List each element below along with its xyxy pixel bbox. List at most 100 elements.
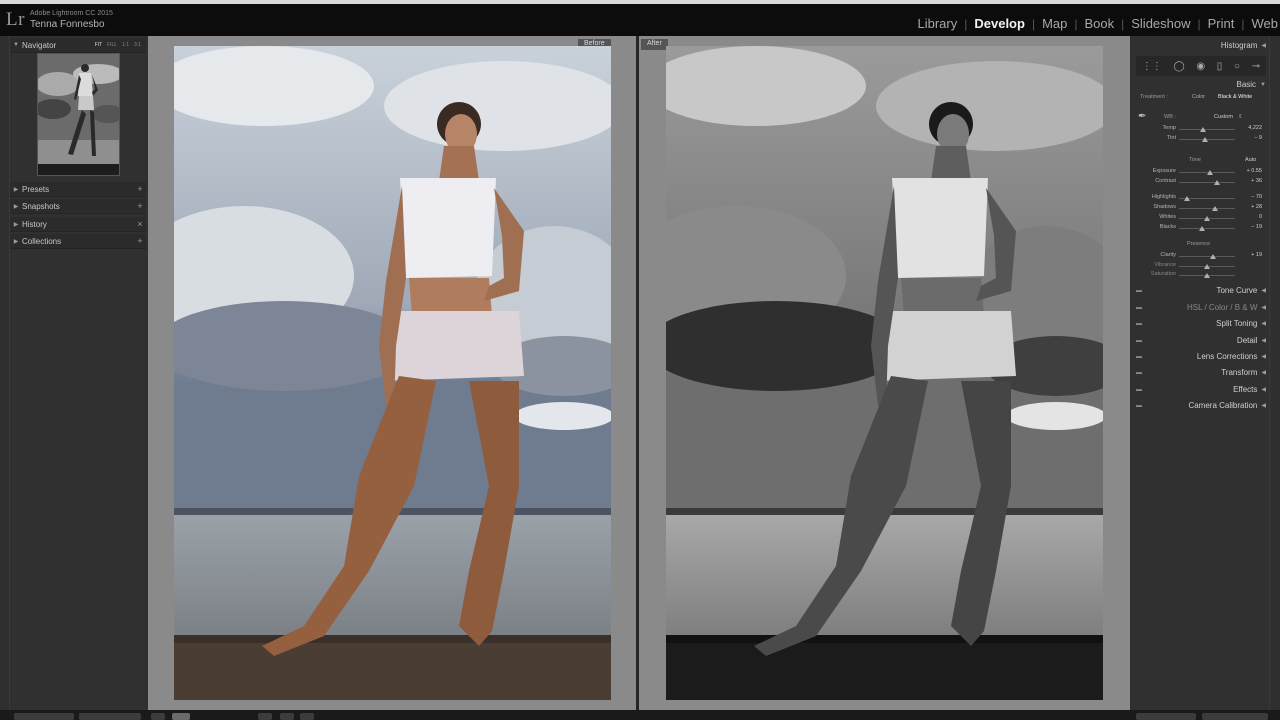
- expand-triangle-icon[interactable]: ◀: [1261, 369, 1266, 376]
- slider-track[interactable]: [1179, 226, 1235, 231]
- slider-value[interactable]: + 0.55: [1234, 168, 1262, 174]
- previous-button[interactable]: [1136, 713, 1196, 720]
- tone-auto-button[interactable]: Auto: [1245, 157, 1256, 163]
- copy-button[interactable]: [14, 713, 74, 720]
- transform-panel-header[interactable]: ▬ Transform ◀: [1132, 365, 1270, 380]
- expand-triangle-icon[interactable]: ◀: [1261, 320, 1266, 327]
- module-web[interactable]: Web: [1250, 16, 1280, 31]
- expand-triangle-icon[interactable]: ▶: [10, 186, 22, 193]
- slider-value[interactable]: − 70: [1234, 194, 1262, 200]
- slider-thumb[interactable]: [1184, 196, 1191, 201]
- slider-thumb[interactable]: [1206, 170, 1213, 175]
- slider-thumb[interactable]: [1198, 226, 1205, 231]
- collections-panel-header[interactable]: ▶ Collections +: [10, 234, 146, 249]
- slider-track[interactable]: [1179, 196, 1235, 201]
- slider-thumb[interactable]: [1204, 273, 1210, 278]
- navigator-panel-header[interactable]: ▼ Navigator FIT FILL 1:1 3:1: [10, 38, 146, 53]
- crop-overlay-icon[interactable]: ⋮⋮: [1142, 61, 1162, 72]
- expand-triangle-icon[interactable]: ◀: [1261, 386, 1266, 393]
- panel-toggle-icon[interactable]: ▬: [1136, 338, 1142, 344]
- basic-panel-header[interactable]: Basic ▼: [1132, 77, 1270, 92]
- before-after-view-icon[interactable]: [172, 713, 190, 720]
- camera-calibration-panel-header[interactable]: ▬ Camera Calibration ◀: [1132, 398, 1270, 413]
- zoom-mode-fill[interactable]: FILL: [107, 42, 117, 48]
- add-snapshot-icon[interactable]: +: [134, 201, 146, 211]
- copy-before-to-after-icon[interactable]: [280, 713, 294, 720]
- slider-thumb[interactable]: [1204, 264, 1210, 269]
- slider-track[interactable]: [1179, 216, 1235, 221]
- graduated-filter-icon[interactable]: ▯: [1217, 61, 1223, 72]
- slider-value[interactable]: 0: [1234, 214, 1262, 220]
- zoom-mode-1-1[interactable]: 1:1: [122, 42, 129, 48]
- module-book[interactable]: Book: [1082, 16, 1116, 31]
- before-photo[interactable]: [174, 46, 611, 700]
- slider-value[interactable]: 4,222: [1234, 125, 1262, 131]
- effects-panel-header[interactable]: ▬ Effects ◀: [1132, 382, 1270, 397]
- expand-triangle-icon[interactable]: ◀: [1261, 353, 1266, 360]
- radial-filter-icon[interactable]: ○: [1234, 61, 1240, 72]
- slider-value[interactable]: + 36: [1234, 178, 1262, 184]
- add-collection-icon[interactable]: +: [134, 236, 146, 246]
- loupe-view-icon[interactable]: [151, 713, 165, 720]
- red-eye-icon[interactable]: ◉: [1196, 61, 1205, 72]
- panel-toggle-icon[interactable]: ▬: [1136, 321, 1142, 327]
- panel-toggle-icon[interactable]: ▬: [1136, 305, 1142, 311]
- module-print[interactable]: Print: [1206, 16, 1237, 31]
- split-toning-panel-header[interactable]: ▬ Split Toning ◀: [1132, 316, 1270, 331]
- panel-toggle-icon[interactable]: ▬: [1136, 370, 1142, 376]
- expand-triangle-icon[interactable]: ▶: [10, 238, 22, 245]
- snapshots-panel-header[interactable]: ▶ Snapshots +: [10, 199, 146, 214]
- collapse-triangle-icon[interactable]: ▼: [1260, 82, 1266, 88]
- slider-value[interactable]: + 28: [1234, 204, 1262, 210]
- treatment-color-option[interactable]: Color: [1192, 94, 1205, 100]
- slider-value[interactable]: − 19: [1234, 224, 1262, 230]
- expand-triangle-icon[interactable]: ◀: [1261, 402, 1266, 409]
- panel-toggle-icon[interactable]: ▬: [1136, 403, 1142, 409]
- expand-triangle-icon[interactable]: ◀: [1261, 287, 1266, 294]
- tone-curve-panel-header[interactable]: ▬ Tone Curve ◀: [1132, 283, 1270, 298]
- slider-value[interactable]: − 9: [1234, 135, 1262, 141]
- lens-corrections-panel-header[interactable]: ▬ Lens Corrections ◀: [1132, 349, 1270, 364]
- slider-track[interactable]: [1179, 206, 1235, 211]
- slider-track[interactable]: [1179, 137, 1235, 142]
- expand-triangle-icon[interactable]: ◀: [1261, 304, 1266, 311]
- add-preset-icon[interactable]: +: [134, 184, 146, 194]
- panel-toggle-icon[interactable]: ▬: [1136, 387, 1142, 393]
- swap-before-after-icon[interactable]: [258, 713, 272, 720]
- histogram-panel-header[interactable]: Histogram ◀: [1132, 38, 1270, 53]
- slider-track[interactable]: [1179, 180, 1235, 185]
- module-library[interactable]: Library: [915, 16, 959, 31]
- clear-history-icon[interactable]: ×: [134, 219, 146, 229]
- panel-toggle-icon[interactable]: ▬: [1136, 288, 1142, 294]
- module-develop[interactable]: Develop: [972, 16, 1027, 31]
- history-panel-header[interactable]: ▶ History ×: [10, 217, 146, 232]
- adjustment-brush-icon[interactable]: ⊸: [1252, 61, 1260, 72]
- treatment-bw-option[interactable]: Black & White: [1218, 94, 1252, 100]
- navigator-preview[interactable]: [37, 53, 120, 176]
- slider-track[interactable]: [1179, 127, 1235, 132]
- slider-track[interactable]: [1179, 254, 1235, 259]
- hsl-panel-header[interactable]: ▬ HSL / Color / B & W ◀: [1132, 300, 1270, 315]
- module-slideshow[interactable]: Slideshow: [1129, 16, 1192, 31]
- slider-value[interactable]: + 19: [1234, 252, 1262, 258]
- slider-thumb[interactable]: [1202, 137, 1209, 142]
- slider-track[interactable]: [1179, 264, 1235, 269]
- zoom-mode-fit[interactable]: FIT: [95, 42, 103, 48]
- expand-triangle-icon[interactable]: ◀: [1261, 337, 1266, 344]
- collapse-triangle-icon[interactable]: ◀: [1261, 42, 1266, 49]
- collapse-triangle-icon[interactable]: ▼: [10, 42, 22, 48]
- slider-track[interactable]: [1179, 273, 1235, 278]
- slider-thumb[interactable]: [1204, 216, 1210, 221]
- slider-thumb[interactable]: [1199, 127, 1206, 132]
- slider-track[interactable]: [1179, 170, 1235, 175]
- copy-after-to-before-icon[interactable]: [300, 713, 314, 720]
- expand-triangle-icon[interactable]: ▶: [10, 203, 22, 210]
- expand-triangle-icon[interactable]: ▶: [10, 221, 22, 228]
- spot-removal-icon[interactable]: ◯: [1174, 61, 1185, 72]
- module-map[interactable]: Map: [1040, 16, 1069, 31]
- reset-button[interactable]: [1202, 713, 1268, 720]
- panel-toggle-icon[interactable]: ▬: [1136, 354, 1142, 360]
- presets-panel-header[interactable]: ▶ Presets +: [10, 182, 146, 197]
- slider-thumb[interactable]: [1214, 180, 1221, 185]
- wb-preset-dropdown[interactable]: Custom: [1214, 114, 1233, 120]
